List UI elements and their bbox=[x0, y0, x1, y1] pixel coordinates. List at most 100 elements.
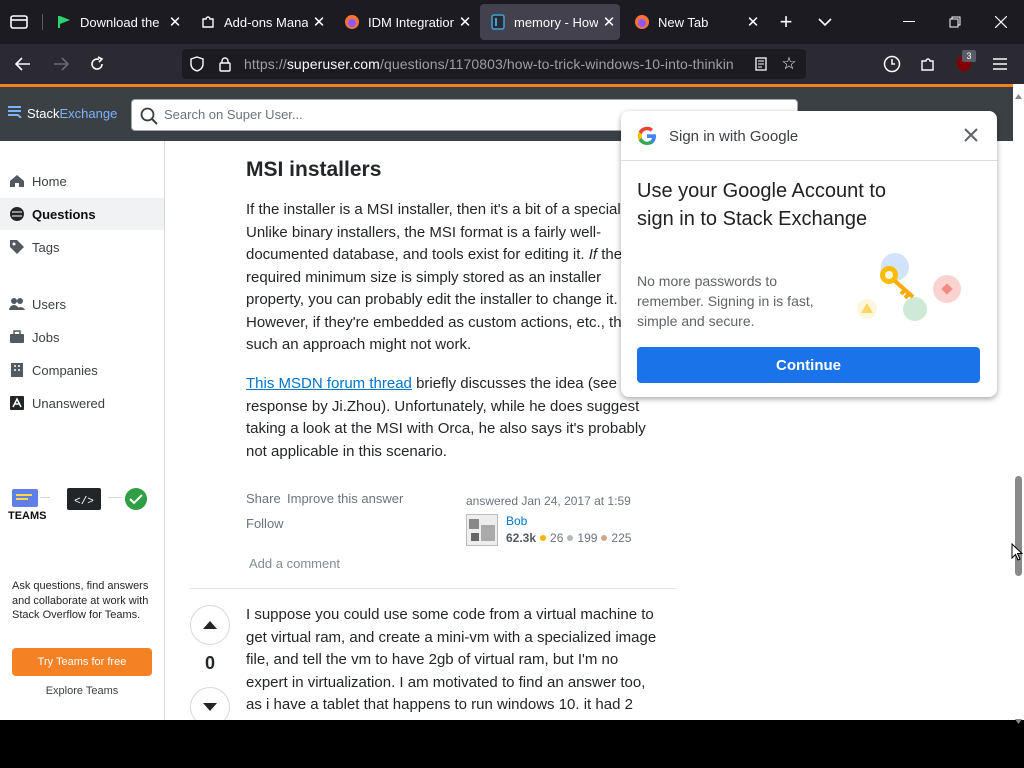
user-link[interactable]: Bob bbox=[506, 514, 527, 528]
close-icon[interactable] bbox=[963, 127, 979, 148]
tab-title: memory - How bbox=[514, 14, 598, 30]
sidebar-item-label: Companies bbox=[32, 362, 98, 378]
caret-down-icon bbox=[203, 703, 217, 711]
tab-title: Add-ons Manag bbox=[224, 14, 308, 30]
forward-icon[interactable] bbox=[50, 54, 72, 74]
popup-description: No more passwords to remember. Signing i… bbox=[637, 273, 814, 329]
bronze-badge-icon bbox=[601, 535, 608, 541]
url-text[interactable]: https://superuser.com/questions/1170803/… bbox=[244, 56, 744, 72]
silver-badge-icon bbox=[567, 535, 574, 541]
vertical-scrollbar[interactable] bbox=[1013, 84, 1024, 724]
browser-nav-bar: https://superuser.com/questions/1170803/… bbox=[0, 44, 1024, 84]
text-span: the bbox=[601, 246, 623, 263]
add-comment-link[interactable]: Add a comment bbox=[249, 556, 340, 571]
text-span: documented database, and tools exist for… bbox=[246, 246, 585, 263]
sidebar-item-tags[interactable]: Tags bbox=[0, 231, 164, 263]
avatar[interactable] bbox=[466, 514, 498, 546]
extensions-icon[interactable] bbox=[918, 54, 938, 74]
explore-teams-link[interactable]: Explore Teams bbox=[12, 685, 152, 697]
shield-icon[interactable] bbox=[188, 55, 206, 73]
logo-text-exchange: Exchange bbox=[59, 106, 118, 121]
svg-text:</>: </> bbox=[74, 496, 94, 508]
green-flag-icon bbox=[56, 14, 72, 30]
firefox-icon bbox=[344, 14, 360, 30]
stack-logo-icon bbox=[8, 106, 22, 121]
google-logo-icon bbox=[637, 126, 657, 151]
stackexchange-logo[interactable]: Stack Exchange bbox=[8, 106, 117, 121]
popup-header: Sign in with Google bbox=[621, 111, 997, 161]
close-icon[interactable]: ✕ bbox=[454, 13, 476, 31]
teams-illustration: </> bbox=[12, 486, 152, 512]
firefox-icon bbox=[634, 14, 650, 30]
sidebar-item-label: Unanswered bbox=[32, 395, 105, 411]
sidebar-item-home[interactable]: Home bbox=[0, 165, 164, 197]
left-sidebar: Home Questions Tags Users Jobs Companies bbox=[0, 141, 165, 720]
text-line: property, you can probably edit the inst… bbox=[246, 291, 618, 308]
building-icon bbox=[9, 362, 25, 378]
sidebar-item-label: Home bbox=[32, 173, 67, 189]
upvote-button[interactable] bbox=[190, 605, 230, 645]
improve-answer-link[interactable]: Improve this answer bbox=[287, 491, 403, 506]
reload-icon[interactable] bbox=[86, 54, 108, 74]
menu-icon[interactable] bbox=[990, 54, 1010, 74]
chevron-down-icon[interactable] bbox=[815, 12, 835, 32]
new-tab-icon[interactable]: + bbox=[774, 9, 798, 34]
text-line: taking a look at the MSI with Orca, he a… bbox=[246, 420, 646, 437]
try-teams-button[interactable]: Try Teams for free bbox=[12, 648, 152, 676]
sidebar-item-label: Tags bbox=[32, 239, 60, 255]
search-icon bbox=[140, 107, 158, 130]
teams-description: Ask questions, find answers and collabor… bbox=[12, 580, 149, 621]
close-window-icon[interactable] bbox=[990, 12, 1012, 32]
back-icon[interactable] bbox=[12, 54, 34, 74]
tab-download[interactable]: Download the la ✕ bbox=[46, 4, 186, 40]
sidebar-item-jobs[interactable]: Jobs bbox=[0, 321, 164, 353]
close-icon[interactable]: ✕ bbox=[742, 13, 764, 31]
sidebar-item-companies[interactable]: Companies bbox=[0, 354, 164, 386]
popup-header-title: Sign in with Google bbox=[669, 128, 799, 145]
firefox-view-icon[interactable] bbox=[8, 12, 30, 32]
text-span: briefly discusses the idea (see th bbox=[416, 375, 634, 392]
logo-text-stack: Stack bbox=[27, 106, 60, 121]
continue-button[interactable]: Continue bbox=[637, 347, 980, 383]
tag-icon bbox=[9, 239, 25, 255]
share-link[interactable]: Share bbox=[246, 491, 281, 506]
tab-idm[interactable]: IDM Integration ✕ bbox=[334, 4, 476, 40]
close-icon[interactable]: ✕ bbox=[598, 13, 620, 31]
text-line: I suppose you could use some code from a… bbox=[246, 606, 654, 623]
answer-paragraph-2: This MSDN forum thread briefly discusses… bbox=[246, 373, 676, 463]
reader-view-icon[interactable] bbox=[752, 55, 770, 73]
bookmark-star-icon[interactable]: ☆ bbox=[780, 54, 798, 73]
close-icon[interactable]: ✕ bbox=[164, 13, 186, 31]
search-placeholder: Search on Super User... bbox=[164, 107, 303, 122]
follow-link[interactable]: Follow bbox=[246, 516, 284, 531]
restore-icon[interactable] bbox=[944, 12, 966, 32]
vote-count: 0 bbox=[204, 653, 215, 673]
sidebar-item-users[interactable]: Users bbox=[0, 288, 164, 320]
puzzle-icon bbox=[200, 14, 216, 30]
answer-heading: MSI installers bbox=[246, 158, 382, 181]
url-bar[interactable]: https://superuser.com/questions/1170803/… bbox=[182, 49, 806, 79]
msdn-forum-link[interactable]: This MSDN forum thread bbox=[246, 375, 412, 392]
scroll-down-arrow-icon[interactable] bbox=[1015, 711, 1022, 729]
minimize-icon[interactable] bbox=[898, 12, 920, 32]
unanswered-icon bbox=[9, 395, 25, 411]
tab-memory[interactable]: memory - How ✕ bbox=[480, 4, 620, 40]
text-line: Unlike binary installers, the MSI format… bbox=[246, 223, 602, 241]
sync-icon[interactable] bbox=[882, 54, 902, 74]
tab-addons[interactable]: Add-ons Manag ✕ bbox=[190, 4, 330, 40]
popup-title: Use your Google Account to sign in to St… bbox=[637, 180, 887, 230]
home-icon bbox=[9, 173, 25, 189]
silver-badge-count: 199 bbox=[577, 531, 598, 545]
text-line: This MSDN forum thread briefly discusses… bbox=[246, 373, 676, 396]
tab-title: Download the la bbox=[80, 14, 164, 30]
downvote-button[interactable] bbox=[190, 687, 230, 720]
lock-icon[interactable] bbox=[216, 55, 234, 73]
sidebar-item-unanswered[interactable]: Unanswered bbox=[0, 387, 164, 419]
tab-newtab[interactable]: New Tab ✕ bbox=[624, 4, 764, 40]
close-icon[interactable]: ✕ bbox=[308, 13, 330, 31]
text-line: However, if they're embedded as custom a… bbox=[246, 313, 630, 331]
scroll-up-arrow-icon[interactable] bbox=[1015, 86, 1022, 104]
sidebar-item-questions[interactable]: Questions bbox=[0, 198, 164, 230]
italic-text: If bbox=[588, 246, 598, 263]
text-line: get virtual ram, and create a mini-vm wi… bbox=[246, 628, 657, 646]
